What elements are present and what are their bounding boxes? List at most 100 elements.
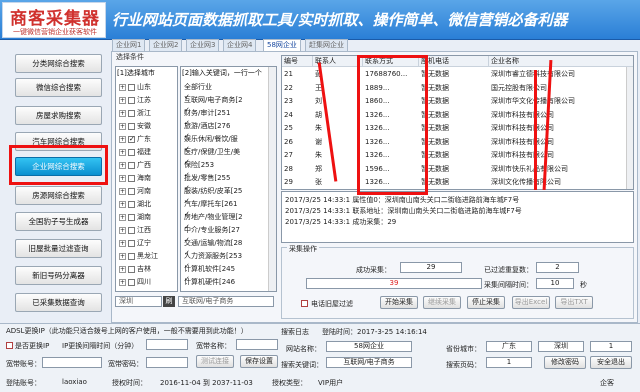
industry-item[interactable]: 娱乐休闲/餐饮/服	[184, 134, 238, 145]
column-header[interactable]: 座机电话	[419, 56, 489, 67]
tab-enterprise-2[interactable]: 企业网2	[149, 39, 183, 51]
table-cell: 22	[284, 83, 293, 92]
interval-input[interactable]: 10	[536, 278, 574, 289]
city-item[interactable]: + 海南	[119, 173, 151, 184]
industry-item[interactable]: 旅游/酒店[276	[184, 121, 230, 132]
keyword-input[interactable]: 互联网/电子商务	[178, 296, 274, 307]
auth-type-value: VIP用户	[318, 379, 344, 387]
industry-item[interactable]: 批发/零售[255	[184, 173, 230, 184]
industry-item[interactable]: 计算机软件[245	[184, 264, 235, 275]
table-cell: 郑	[315, 164, 322, 173]
industry-item[interactable]: 财务/审计[251	[184, 108, 230, 119]
broadband-name-input[interactable]	[236, 339, 278, 350]
table-cell: 28	[284, 164, 293, 173]
ip-interval-input[interactable]	[146, 339, 188, 350]
export-excel-button[interactable]: 导出Excel	[512, 296, 550, 309]
city-field: 深圳	[538, 341, 584, 352]
broadband-password-input[interactable]	[146, 357, 188, 368]
logo-title: 商客采集器	[10, 9, 100, 29]
table-cell: 深圳市科技有限公司	[491, 137, 554, 146]
table-cell: 暂无数据	[421, 97, 449, 105]
site-name-field: 58网企业	[326, 341, 412, 352]
industry-item[interactable]: 互联网/电子商务[2	[184, 95, 243, 106]
city-item[interactable]: + 江西	[119, 225, 151, 236]
table-cell: 深圳市睿立德科技有限公司	[491, 70, 575, 78]
start-button[interactable]: 开始采集	[380, 296, 418, 309]
auth-time-label: 授权时间：	[112, 379, 147, 387]
city-search-input[interactable]: 深圳	[115, 296, 162, 307]
industry-item[interactable]: 交通/运输/物流[28	[184, 238, 242, 249]
city-item[interactable]: + 江苏	[119, 95, 151, 106]
industry-item[interactable]: 房地产/物业管理[2	[184, 212, 243, 223]
success-count-label: 成功采集：	[356, 266, 391, 274]
auto-change-ip-checkbox[interactable]	[6, 342, 13, 349]
city-item[interactable]: + 四川	[119, 277, 151, 288]
nav-leopard-number-button[interactable]: 全国豹子号生成器	[15, 212, 102, 231]
table-cell: 朱	[315, 124, 322, 132]
page-field: 1	[486, 357, 532, 368]
log-line: 2017/3/25 14:33:1 属性值0：深圳南山南头关口二街临进路前海车城…	[285, 196, 520, 204]
refresh-button[interactable]: 刷	[163, 296, 175, 307]
table-scrollbar[interactable]	[626, 67, 633, 189]
stop-button[interactable]: 停止采集	[467, 296, 505, 309]
city-item[interactable]: + 安徽	[119, 121, 151, 132]
tab-ganji-enterprise[interactable]: 赶集网企业	[305, 39, 348, 51]
city-item[interactable]: +广东	[119, 134, 151, 145]
industry-item[interactable]: 汽车/摩托车[261	[184, 199, 237, 210]
city-item[interactable]: + 山东	[119, 82, 151, 93]
select-condition-label: 选择条件	[116, 53, 144, 61]
table-cell: 深圳市科技有限公司	[491, 110, 554, 119]
tab-enterprise-3[interactable]: 企业网3	[186, 39, 220, 51]
continue-button[interactable]: 继续采集	[423, 296, 461, 309]
city-item[interactable]: + 辽宁	[119, 238, 151, 249]
industry-item[interactable]: 医疗/保健/卫生/美	[184, 147, 240, 158]
industry-list[interactable]: [2]输入关键词，一行一个 全部行业 互联网/电子商务[2 财务/审计[251 …	[180, 66, 277, 292]
logo: 商客采集器 一键微信营销企业获客软件	[2, 2, 106, 38]
nav-classified-search-button[interactable]: 分类网综合搜索	[15, 54, 102, 73]
tab-enterprise-4[interactable]: 企业网4	[223, 39, 257, 51]
table-cell: 29	[284, 178, 293, 186]
header-banner: 行业网站页面数据抓取工具/实时抓取、操作简单、微信营销必备利器	[112, 11, 568, 29]
industry-item[interactable]: 中介/专业服务[27	[184, 225, 240, 236]
test-connect-button[interactable]: 测试连接	[196, 355, 234, 368]
city-page-field: 1	[590, 341, 632, 352]
province-field: 广东	[486, 341, 532, 352]
nav-house-purchase-button[interactable]: 房屋求购搜索	[15, 106, 102, 125]
city-item[interactable]: + 浙江	[119, 108, 151, 119]
save-settings-button[interactable]: 保存设置	[240, 355, 278, 368]
city-item[interactable]: + 河南	[119, 186, 151, 197]
tab-enterprise-1[interactable]: 企业网1	[112, 39, 146, 51]
city-item[interactable]: + 广西	[119, 160, 151, 171]
nav-housing-search-button[interactable]: 房源网综合搜索	[15, 186, 102, 205]
auto-change-ip-label: 是否更换IP	[15, 342, 50, 350]
nav-wechat-search-button[interactable]: 微信综合搜索	[15, 78, 102, 97]
nav-batch-filter-button[interactable]: 旧屋批量过滤查询	[15, 239, 102, 258]
broadband-password-label: 宽带密码：	[108, 360, 143, 368]
nav-collected-data-button[interactable]: 已采集数据查询	[15, 293, 102, 312]
industry-item[interactable]: 计算机硬件[246	[184, 277, 235, 288]
industry-item[interactable]: 人力资源服务[253	[184, 251, 242, 262]
phone-filter-checkbox[interactable]	[301, 300, 308, 307]
column-header[interactable]: 企业名称	[489, 56, 633, 67]
table-cell: 21	[284, 70, 293, 78]
city-list[interactable]: [1]选择城市 +山东 +江苏 +浙江 +安徽 +广东 +福建 +广西 +海南 …	[115, 66, 178, 292]
industry-scrollbar[interactable]	[268, 67, 276, 291]
table-cell: 国元控股有限公司	[491, 83, 547, 92]
nav-number-separator-button[interactable]: 新旧号码分离器	[15, 266, 102, 285]
export-txt-button[interactable]: 导出TXT	[555, 296, 593, 309]
table-cell: 26	[284, 137, 293, 146]
table-cell: 暂无数据	[421, 83, 449, 92]
column-header[interactable]: 编号	[282, 56, 313, 67]
city-item[interactable]: + 黑龙江	[119, 251, 158, 262]
logout-button[interactable]: 安全退出	[590, 356, 632, 369]
industry-item[interactable]: 服装/纺织/皮革[25	[184, 186, 242, 197]
logo-subtitle: 一键微信营销企业获客软件	[13, 28, 97, 36]
login-time: 登陆时间：2017-3-25 14:16:14	[322, 328, 427, 336]
city-item[interactable]: + 福建	[119, 147, 151, 158]
change-password-button[interactable]: 修改密码	[544, 356, 586, 369]
city-item[interactable]: + 吉林	[119, 264, 151, 275]
city-item[interactable]: + 湖南	[119, 212, 151, 223]
city-item[interactable]: + 湖北	[119, 199, 151, 210]
broadband-account-input[interactable]	[42, 357, 102, 368]
table-cell: 谢	[315, 137, 322, 146]
